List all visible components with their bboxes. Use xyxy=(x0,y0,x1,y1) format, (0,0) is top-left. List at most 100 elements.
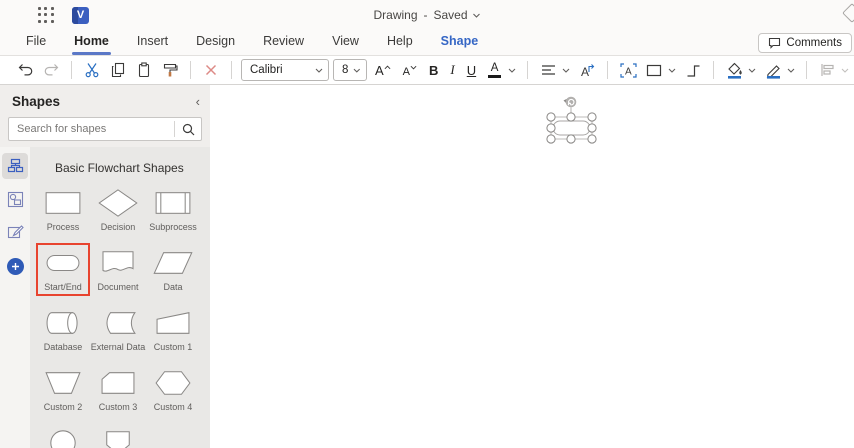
shape-style-button[interactable] xyxy=(643,59,665,81)
selected-start-end-shape[interactable] xyxy=(552,120,591,136)
copy-button[interactable] xyxy=(107,59,129,81)
shape-custom1[interactable]: Custom 1 xyxy=(146,303,200,356)
stencil-edit-button[interactable] xyxy=(2,219,28,245)
flowchart-stencil-icon xyxy=(7,158,23,172)
shapes-stencil-icon xyxy=(7,191,23,207)
italic-button[interactable]: I xyxy=(446,59,458,81)
shape-external-data[interactable]: External Data xyxy=(91,303,145,356)
stencil-shapes-button[interactable] xyxy=(2,186,28,212)
fill-color-dropdown[interactable] xyxy=(746,59,758,81)
font-color-swatch xyxy=(488,75,502,78)
menu-tab-review[interactable]: Review xyxy=(249,30,318,55)
delete-button[interactable] xyxy=(200,59,222,81)
custom4-shape-icon xyxy=(155,371,191,395)
shape-data[interactable]: Data xyxy=(146,243,200,296)
shape-label: Process xyxy=(46,222,80,232)
cut-button[interactable] xyxy=(81,59,103,81)
redo-button[interactable] xyxy=(40,59,62,81)
align-objects-button[interactable] xyxy=(816,59,838,81)
shape-on-page[interactable]: On-page xyxy=(36,423,90,448)
edit-stencil-icon xyxy=(7,224,24,238)
document-title[interactable]: Drawing - Saved xyxy=(373,8,480,22)
caret-up-icon xyxy=(384,65,391,70)
caret-down-icon xyxy=(410,65,417,70)
paste-button[interactable] xyxy=(133,59,155,81)
shape-label: Custom 1 xyxy=(153,342,193,352)
collapse-panel-button[interactable]: ‹ xyxy=(196,94,200,109)
menu-tab-view[interactable]: View xyxy=(318,30,373,55)
shape-subprocess[interactable]: Subprocess xyxy=(146,183,200,236)
process-shape-icon xyxy=(45,192,81,214)
search-button[interactable] xyxy=(175,118,201,140)
shape-label: Custom 3 xyxy=(98,402,138,412)
stencil-strip xyxy=(0,147,30,448)
shape-label: Data xyxy=(163,282,183,292)
shape-label: Start/End xyxy=(44,282,82,292)
fill-color-button[interactable] xyxy=(723,59,745,81)
align-text-button[interactable] xyxy=(537,59,559,81)
comments-button[interactable]: Comments xyxy=(758,33,852,53)
underline-button[interactable]: U xyxy=(463,59,480,81)
shape-search xyxy=(8,117,202,141)
shape-gallery: Basic Flowchart Shapes Process Decision Su… xyxy=(30,147,210,448)
external-data-shape-icon xyxy=(106,312,136,334)
grow-font-button[interactable]: A xyxy=(371,59,395,81)
document-shape-icon xyxy=(102,251,134,272)
text-box-button[interactable]: A xyxy=(617,59,639,81)
rotation-handle-icon[interactable] xyxy=(565,96,577,108)
menu-tab-file[interactable]: File xyxy=(12,30,60,55)
text-orientation-button[interactable]: A xyxy=(576,59,598,81)
shape-custom2[interactable]: Custom 2 xyxy=(36,363,90,416)
shape-off-page[interactable]: Off-page xyxy=(91,423,145,448)
connector-button[interactable] xyxy=(682,59,704,81)
visio-logo-icon[interactable]: V xyxy=(72,6,89,24)
font-size-select[interactable]: 8 xyxy=(333,59,367,81)
font-family-select[interactable]: Calibri xyxy=(241,59,329,81)
stencil-flowchart-button[interactable] xyxy=(2,153,28,179)
drawing-canvas[interactable] xyxy=(210,85,854,448)
shape-search-input[interactable] xyxy=(9,123,174,135)
app-launcher-icon[interactable] xyxy=(38,7,54,23)
font-size-value: 8 xyxy=(342,64,349,76)
comments-label: Comments xyxy=(786,37,842,49)
add-stencil-button[interactable] xyxy=(6,258,24,275)
shape-custom3[interactable]: Custom 3 xyxy=(91,363,145,416)
format-painter-button[interactable] xyxy=(159,59,181,81)
font-color-dropdown[interactable] xyxy=(506,59,518,81)
shape-start-end[interactable]: Start/End xyxy=(36,243,90,296)
shape-document[interactable]: Document xyxy=(91,243,145,296)
subprocess-shape-icon xyxy=(155,192,191,214)
shrink-font-button[interactable]: A xyxy=(399,59,421,81)
custom1-shape-icon xyxy=(156,312,190,334)
menu-tab-home[interactable]: Home xyxy=(60,30,123,55)
shape-grid: Process Decision Subprocess Start/End Docume… xyxy=(30,181,210,448)
shape-label: Custom 4 xyxy=(153,402,193,412)
menu-tab-design[interactable]: Design xyxy=(182,30,249,55)
data-shape-icon xyxy=(153,252,193,274)
menu-tab-shape[interactable]: Shape xyxy=(427,30,493,55)
bold-button[interactable]: B xyxy=(425,59,442,81)
shape-decision[interactable]: Decision xyxy=(91,183,145,236)
off-page-shape-icon xyxy=(106,431,130,448)
svg-text:A: A xyxy=(625,66,632,77)
menu-tab-help[interactable]: Help xyxy=(373,30,427,55)
shape-custom4[interactable]: Custom 4 xyxy=(146,363,200,416)
svg-text:A: A xyxy=(581,65,589,78)
comment-icon xyxy=(769,37,781,49)
align-text-dropdown[interactable] xyxy=(560,59,572,81)
line-color-dropdown[interactable] xyxy=(785,59,797,81)
align-objects-dropdown[interactable] xyxy=(839,59,851,81)
start-end-shape-icon xyxy=(46,254,80,272)
shapes-panel-title: Shapes xyxy=(12,94,61,109)
font-color-button[interactable]: A xyxy=(484,59,505,81)
shape-process[interactable]: Process xyxy=(36,183,90,236)
menu-tab-insert[interactable]: Insert xyxy=(123,30,182,55)
shape-style-dropdown[interactable] xyxy=(666,59,678,81)
selected-shape-handles[interactable] xyxy=(543,92,603,144)
titlebar: V Drawing - Saved xyxy=(0,0,854,30)
plus-icon xyxy=(11,263,19,270)
premium-gem-icon[interactable] xyxy=(842,3,854,23)
undo-button[interactable] xyxy=(14,59,36,81)
shape-database[interactable]: Database xyxy=(36,303,90,356)
line-color-button[interactable] xyxy=(762,59,784,81)
